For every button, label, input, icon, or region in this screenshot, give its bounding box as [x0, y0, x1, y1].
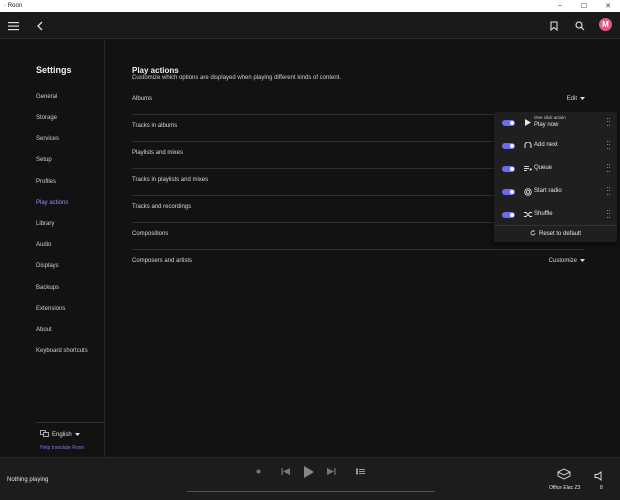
popup-divider: [494, 225, 617, 226]
maximize-button[interactable]: ☐: [572, 2, 596, 10]
drag-handle-icon[interactable]: [607, 187, 611, 196]
window-title: Roon: [7, 3, 23, 9]
drag-handle-icon[interactable]: [607, 141, 611, 150]
shuffle-icon: [523, 210, 532, 219]
sidebar-item-services[interactable]: Services: [36, 136, 59, 142]
add-next-icon: [523, 141, 532, 150]
play-now-toggle[interactable]: [502, 120, 515, 126]
progress-bar[interactable]: [187, 491, 435, 492]
row-label: Tracks in albums: [132, 123, 178, 129]
avatar[interactable]: M: [599, 18, 612, 31]
bookmark-icon[interactable]: [546, 18, 562, 34]
add-next-toggle[interactable]: [502, 143, 515, 149]
drag-handle-icon[interactable]: [607, 164, 611, 173]
sidebar-item-general[interactable]: General: [36, 94, 57, 100]
play-actions-panel: Play actions Customize which options are…: [106, 40, 620, 457]
next-track-icon[interactable]: [327, 467, 336, 476]
row-label: Composers and artists: [132, 258, 193, 264]
sidebar-item-displays[interactable]: Displays: [36, 263, 59, 269]
reset-to-default-button[interactable]: Reset to default: [494, 230, 617, 238]
sidebar-item-profiles[interactable]: Profiles: [36, 179, 56, 185]
hamburger-menu-icon[interactable]: [6, 18, 22, 34]
popup-item-label: Start radio: [534, 188, 562, 194]
sidebar-item-play-actions[interactable]: Play actions: [36, 200, 68, 206]
stop-icon[interactable]: [255, 468, 262, 475]
chevron-down-icon: [580, 96, 585, 102]
help-translate-link[interactable]: Help translate Roon: [40, 445, 84, 451]
sidebar-item-storage[interactable]: Storage: [36, 115, 57, 121]
row-label: Albums: [132, 96, 153, 102]
popup-item-add-next[interactable]: Add next: [494, 136, 617, 158]
start-radio-toggle[interactable]: [502, 189, 515, 195]
sidebar-item-library[interactable]: Library: [36, 221, 54, 227]
sidebar-item-setup[interactable]: Setup: [36, 157, 52, 163]
volume-icon[interactable]: [594, 468, 604, 481]
edit-dropdown[interactable]: Edit: [567, 96, 585, 102]
row-label: Tracks in playlists and mixes: [132, 177, 209, 183]
edit-label: Edit: [566, 96, 577, 102]
customize-dropdown[interactable]: Customize: [549, 258, 585, 264]
search-icon[interactable]: [572, 18, 588, 34]
reset-icon: [530, 230, 536, 238]
row-label: Playlists and mixes: [132, 150, 184, 156]
app-title: ◦ Roon: [4, 3, 22, 9]
popup-item-label: Queue: [534, 165, 553, 171]
translate-icon: [40, 430, 49, 439]
chevron-down-icon: [580, 258, 585, 264]
now-playing-bar: Nothing playing Office Elac Z3 8: [0, 457, 620, 500]
zone-speaker-icon[interactable]: [556, 467, 572, 480]
sidebar-item-audio[interactable]: Audio: [36, 242, 51, 248]
play-actions-popup: One click action Play now Add next Queue…: [494, 112, 617, 242]
now-playing-text: Nothing playing: [7, 477, 49, 483]
minimize-button[interactable]: –: [548, 2, 572, 10]
settings-sidebar: Settings General Storage Services Setup …: [0, 40, 105, 457]
drag-handle-icon[interactable]: [607, 118, 611, 127]
page-subtitle: Customize which options are displayed wh…: [132, 75, 342, 81]
one-click-action-label: One click action: [534, 115, 566, 120]
language-selector[interactable]: English: [40, 430, 80, 439]
play-button-icon[interactable]: [303, 466, 314, 478]
row-albums[interactable]: Albums Edit: [132, 88, 585, 115]
language-divider: [36, 422, 104, 423]
row-composers-and-artists[interactable]: Composers and artists Customize: [132, 250, 585, 277]
drag-handle-icon[interactable]: [607, 210, 611, 219]
popup-item-play-now[interactable]: One click action Play now: [494, 113, 617, 135]
row-label: Tracks and recordings: [132, 204, 192, 210]
queue-icon: [523, 164, 532, 173]
queue-view-icon[interactable]: [356, 468, 365, 475]
chevron-down-icon: [74, 432, 80, 438]
sidebar-item-about[interactable]: About: [36, 327, 52, 333]
shuffle-toggle[interactable]: [502, 212, 515, 218]
reset-label: Reset to default: [538, 231, 582, 237]
sidebar-item-backups[interactable]: Backups: [36, 285, 59, 291]
zone-name[interactable]: Office Elac Z3: [549, 485, 580, 491]
previous-track-icon[interactable]: [281, 467, 290, 476]
customize-label: Customize: [548, 258, 577, 264]
popup-item-shuffle[interactable]: Shuffle: [494, 205, 617, 227]
back-arrow-icon[interactable]: [32, 18, 48, 34]
top-bar: M: [0, 12, 620, 39]
radio-icon: [523, 187, 532, 196]
sidebar-item-extensions[interactable]: Extensions: [36, 306, 65, 312]
language-label: English: [52, 431, 72, 438]
close-button[interactable]: ✕: [596, 2, 620, 10]
popup-item-label: Add next: [534, 142, 558, 148]
page-title: Play actions: [132, 66, 179, 75]
app-logo-icon: ◦: [4, 3, 6, 9]
volume-level: 8: [600, 485, 603, 491]
popup-item-label: Shuffle: [534, 211, 553, 217]
popup-item-start-radio[interactable]: Start radio: [494, 182, 617, 204]
row-label: Compositions: [132, 231, 169, 237]
play-icon: [523, 118, 532, 127]
sidebar-title: Settings: [36, 65, 72, 75]
sidebar-item-keyboard-shortcuts[interactable]: Keyboard shortcuts: [36, 348, 88, 354]
window-titlebar: ◦ Roon – ☐ ✕: [0, 0, 620, 12]
popup-item-label: Play now: [534, 122, 559, 128]
queue-toggle[interactable]: [502, 166, 515, 172]
popup-item-queue[interactable]: Queue: [494, 159, 617, 181]
